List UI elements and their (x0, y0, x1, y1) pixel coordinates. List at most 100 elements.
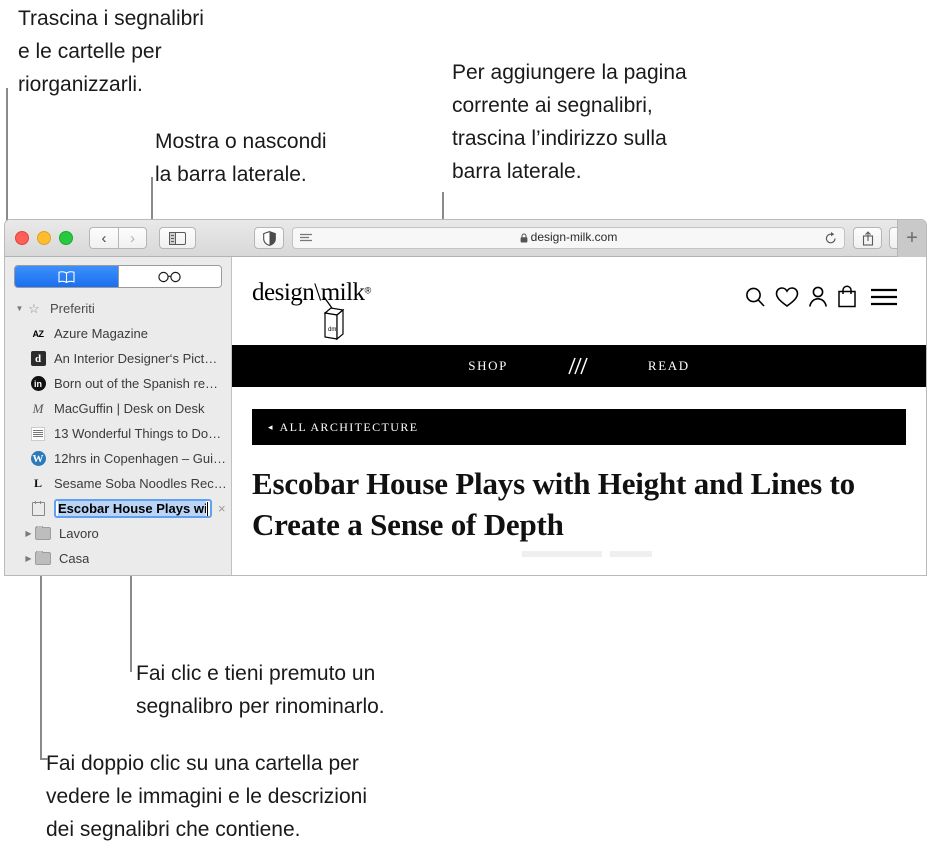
bookmark-label: Born out of the Spanish re… (54, 376, 219, 391)
favicon-macguffin-icon: M (32, 400, 44, 416)
search-icon[interactable] (744, 286, 766, 308)
leader-line-sidebar-toggle (151, 177, 153, 225)
bookmark-label: An Interior Designer‘s Pict… (54, 351, 218, 366)
bookmark-item[interactable]: W 12hrs in Copenhagen – Gui… (5, 446, 231, 471)
favicon-wordpress-icon: W (30, 451, 46, 466)
shopping-bag-icon[interactable] (837, 285, 857, 308)
bookmark-item-editing[interactable]: Escobar House Plays with × (5, 496, 231, 521)
navigation-buttons: ‹ › (89, 227, 147, 249)
favicon-azure-icon: AZ (32, 328, 45, 339)
nav-item-shop[interactable]: SHOP (468, 358, 508, 374)
lock-icon (520, 232, 528, 246)
heart-icon[interactable] (775, 286, 799, 308)
site-logo[interactable]: design\milk® dm (252, 279, 372, 341)
callout-add-bookmark: Per aggiungere la pagina corrente ai seg… (452, 61, 687, 183)
favicon-circle-icon: in (30, 376, 46, 392)
text-caret (207, 501, 208, 516)
segment-reading-list[interactable] (117, 266, 221, 287)
bookmark-item[interactable]: M MacGuffin | Desk on Desk (5, 396, 231, 421)
placeholder-block (610, 551, 652, 557)
delete-bookmark-button[interactable]: × (218, 501, 226, 516)
milk-carton-icon: dm (323, 297, 345, 341)
bookmark-item[interactable]: AZ Azure Magazine (5, 321, 231, 346)
forward-button[interactable]: › (118, 227, 147, 249)
bookmarks-sidebar: ▼ ☆ Preferiti AZ Azure Magazine d An Int… (5, 257, 232, 575)
sidebar-icon (169, 231, 186, 245)
site-navbar: SHOP READ (232, 345, 926, 387)
star-icon: ☆ (28, 300, 40, 316)
nav-item-read[interactable]: READ (648, 358, 690, 374)
site-header: design\milk® dm (232, 257, 926, 345)
sidebar-segmented-control (14, 265, 222, 288)
address-bar[interactable]: design-milk.com (292, 227, 845, 249)
hamburger-menu-icon[interactable] (870, 287, 898, 307)
favicon-milk-carton-icon (30, 500, 46, 517)
bookmark-rename-value: Escobar House Plays with (58, 501, 206, 516)
folder-label: Lavoro (59, 526, 99, 541)
bookmark-item[interactable]: L Sesame Soba Noodles Rec… (5, 471, 231, 496)
share-button[interactable] (853, 227, 882, 249)
callout-rename-bookmark: Fai clic e tieni premuto un segnalibro p… (136, 662, 385, 718)
bookmarks-list: ▼ ☆ Preferiti AZ Azure Magazine d An Int… (5, 294, 231, 571)
segment-bookmarks[interactable] (15, 266, 118, 287)
nav-slashes-icon[interactable] (566, 356, 590, 376)
leader-line-folder-elbow (40, 758, 48, 760)
bookmark-folder-lavoro[interactable]: ▶ Lavoro (5, 521, 231, 546)
back-button[interactable]: ‹ (89, 227, 118, 249)
sidebar-toggle-button[interactable] (159, 227, 196, 249)
placeholder-block (522, 551, 602, 557)
bookmark-label: 13 Wonderful Things to Do… (54, 426, 222, 441)
new-tab-button[interactable]: + (897, 220, 926, 257)
bookmark-label: 12hrs in Copenhagen – Gui… (54, 451, 227, 466)
folder-label: Casa (59, 551, 90, 566)
browser-toolbar: ‹ › design-milk.com + (5, 220, 926, 257)
window-body: ▼ ☆ Preferiti AZ Azure Magazine d An Int… (5, 257, 926, 575)
bookmark-group-label: Preferiti (50, 301, 95, 316)
bookmark-label: Azure Magazine (54, 326, 148, 341)
glasses-icon (158, 271, 181, 282)
disclosure-triangle-closed-icon[interactable]: ▶ (22, 554, 35, 563)
shield-icon (262, 230, 276, 246)
bookmark-item[interactable]: 13 Wonderful Things to Do… (5, 421, 231, 446)
callout-show-hide-sidebar: Mostra o nascondi la barra laterale. (155, 130, 327, 186)
window-controls (15, 231, 73, 245)
reload-button[interactable] (825, 231, 837, 245)
url-hostname: design-milk.com (530, 230, 618, 244)
bookmark-rename-input[interactable]: Escobar House Plays with (54, 499, 212, 518)
webpage-content: design\milk® dm SHOP READ ◂ ALL ARCHITEC… (232, 257, 926, 575)
favicon-newspaper-icon (30, 426, 46, 442)
folder-icon (35, 525, 51, 542)
bookmark-label: MacGuffin | Desk on Desk (54, 401, 205, 416)
back-arrow-icon: ◂ (268, 421, 273, 432)
svg-text:dm: dm (328, 327, 336, 333)
leader-line-folder (40, 560, 42, 760)
sidebar-segmented-control-wrap (5, 257, 231, 294)
account-icon[interactable] (808, 286, 828, 308)
callout-reorder: Trascina i segnalibri e le cartelle per … (18, 7, 204, 96)
share-icon (862, 230, 873, 246)
leader-line-reorder (6, 88, 8, 223)
leader-line-rename (130, 560, 132, 672)
address-bar-url: design-milk.com (293, 230, 844, 246)
bookmark-folder-casa[interactable]: ▶ Casa (5, 546, 231, 571)
category-breadcrumb-bar[interactable]: ◂ ALL ARCHITECTURE (252, 409, 906, 445)
content-placeholders (232, 551, 926, 557)
bookmark-item[interactable]: d An Interior Designer‘s Pict… (5, 346, 231, 371)
privacy-report-button[interactable] (254, 227, 284, 249)
registered-mark: ® (364, 285, 372, 296)
favicon-dezeen-icon: d (30, 351, 46, 367)
bookmark-label: Sesame Soba Noodles Rec… (54, 476, 227, 491)
site-header-icons (744, 285, 898, 308)
bookmark-item[interactable]: in Born out of the Spanish re… (5, 371, 231, 396)
disclosure-triangle-closed-icon[interactable]: ▶ (22, 529, 35, 538)
folder-icon (35, 550, 51, 567)
bookmark-group-preferiti[interactable]: ▼ ☆ Preferiti (5, 296, 231, 321)
favicon-letter-l-icon: L (33, 476, 42, 490)
disclosure-triangle-open-icon[interactable]: ▼ (13, 304, 26, 313)
article-headline: Escobar House Plays with Height and Line… (252, 466, 855, 542)
minimize-window-button[interactable] (37, 231, 51, 245)
safari-window: ‹ › design-milk.com + ▼ ☆ Preferiti AZ A… (4, 219, 927, 576)
close-window-button[interactable] (15, 231, 29, 245)
fullscreen-window-button[interactable] (59, 231, 73, 245)
callout-open-folder: Fai doppio clic su una cartella per vede… (46, 752, 367, 841)
